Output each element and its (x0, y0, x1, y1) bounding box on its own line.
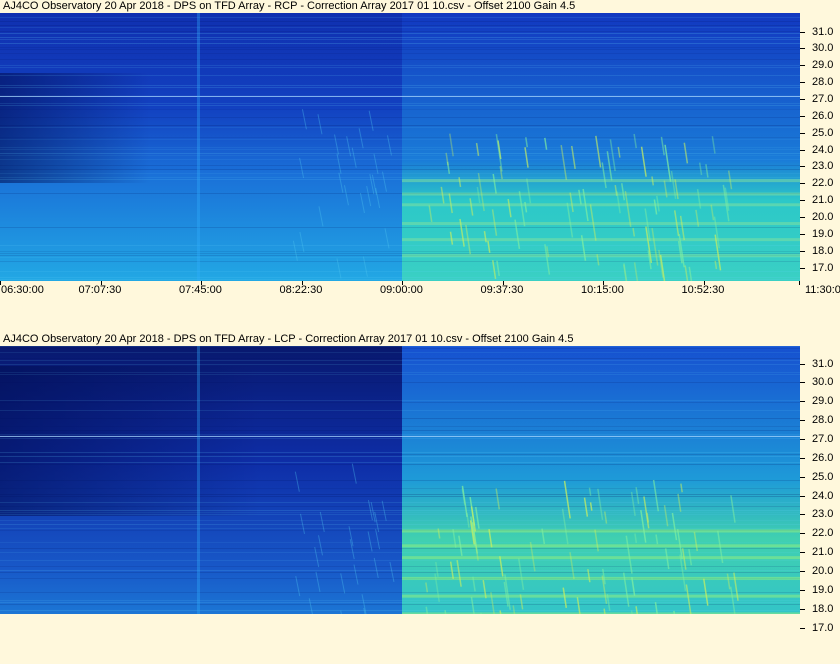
y-tick-label: 18.0 (812, 244, 834, 257)
y-tick-label: 21.0 (812, 546, 834, 559)
y-tick (800, 363, 805, 365)
y-tick (800, 98, 805, 100)
y-tick-label: 19.0 (812, 583, 834, 596)
y-tick-label: 29.0 (812, 59, 834, 72)
x-tick-label: 07:45:00 (179, 284, 222, 296)
y-tick-label: 19.0 (812, 227, 834, 240)
x-tick-label: 10:52:30 (681, 284, 725, 296)
y-tick (800, 438, 805, 440)
y-tick-label: 31.0 (812, 25, 834, 38)
y-tick (800, 200, 805, 202)
y-tick (800, 608, 805, 610)
y-tick-label: 25.0 (812, 470, 834, 483)
y-tick (800, 267, 805, 269)
chart-title-rcp: AJ4CO Observatory 20 Apr 2018 - DPS on T… (3, 0, 576, 12)
y-tick-label: 27.0 (812, 432, 834, 445)
y-tick (800, 82, 805, 84)
y-tick (800, 216, 805, 218)
y-tick (800, 514, 805, 516)
y-tick-label: 28.0 (812, 76, 834, 89)
x-tick-label: 07:07:30 (78, 284, 122, 296)
y-tick-label: 22.0 (812, 527, 834, 540)
y-tick (800, 420, 805, 422)
spectrogram-lcp-svg (0, 346, 800, 614)
y-tick (800, 115, 805, 117)
y-tick (800, 31, 805, 33)
y-tick (800, 166, 805, 168)
y-tick (800, 183, 805, 185)
chart-title-lcp: AJ4CO Observatory 20 Apr 2018 - DPS on T… (3, 333, 574, 345)
y-tick-label: 23.0 (812, 160, 834, 173)
y-tick (800, 250, 805, 252)
y-tick (800, 149, 805, 151)
y-axis-lcp: 31.0 30.0 29.0 28.0 27.0 26.0 25.0 24.0 23.0 22.0… (800, 346, 840, 642)
y-tick (800, 570, 805, 572)
y-tick-label: 17.0 (812, 261, 834, 274)
y-tick (800, 382, 805, 384)
y-tick-label: 25.0 (812, 126, 834, 139)
x-tick-label: 09:00:00 (380, 284, 423, 296)
y-tick-label: 17.0 (812, 621, 834, 634)
y-tick-label: 31.0 (812, 357, 834, 370)
x-tick-label: 08:22:30 (279, 284, 323, 296)
y-tick (800, 533, 805, 535)
y-tick-label: 30.0 (812, 42, 834, 55)
x-tick-label: 10:15:00 (581, 284, 624, 296)
x-tick-label: 11:30:00 (805, 284, 840, 296)
bottom-margin (0, 642, 840, 664)
y-tick (800, 476, 805, 478)
y-tick-label: 23.0 (812, 508, 834, 521)
spectrogram-rcp (0, 13, 800, 281)
y-tick (800, 589, 805, 591)
y-tick (800, 627, 805, 629)
y-tick-label: 22.0 (812, 177, 834, 190)
y-tick (800, 132, 805, 134)
y-tick-label: 26.0 (812, 109, 834, 122)
spectrogram-rcp-svg (0, 13, 800, 281)
y-tick-label: 21.0 (812, 194, 834, 207)
y-tick (800, 457, 805, 459)
y-tick (800, 233, 805, 235)
spectrogram-lcp (0, 346, 800, 614)
y-tick-label: 30.0 (812, 376, 834, 389)
y-tick-label: 29.0 (812, 395, 834, 408)
y-axis-rcp: 31.0 30.0 29.0 28.0 27.0 26.0 25.0 24.0 23.0 22.0… (800, 13, 840, 281)
y-tick-label: 28.0 (812, 414, 834, 427)
y-tick-label: 24.0 (812, 489, 834, 502)
y-tick (800, 65, 805, 67)
x-tick (799, 281, 800, 285)
x-tick-label: 09:37:30 (480, 284, 524, 296)
y-tick-label: 27.0 (812, 92, 834, 105)
y-tick (800, 48, 805, 50)
y-tick-label: 20.0 (812, 210, 834, 223)
x-tick-label: 06:30:00 (1, 284, 44, 296)
y-tick (800, 552, 805, 554)
y-tick-label: 24.0 (812, 143, 834, 156)
y-tick-label: 20.0 (812, 564, 834, 577)
y-tick (800, 495, 805, 497)
y-tick-label: 18.0 (812, 602, 834, 615)
y-tick (800, 401, 805, 403)
y-tick-label: 26.0 (812, 451, 834, 464)
x-axis-rcp: 06:30:00 07:07:30 07:45:00 08:22:30 09:00:00… (0, 281, 840, 298)
